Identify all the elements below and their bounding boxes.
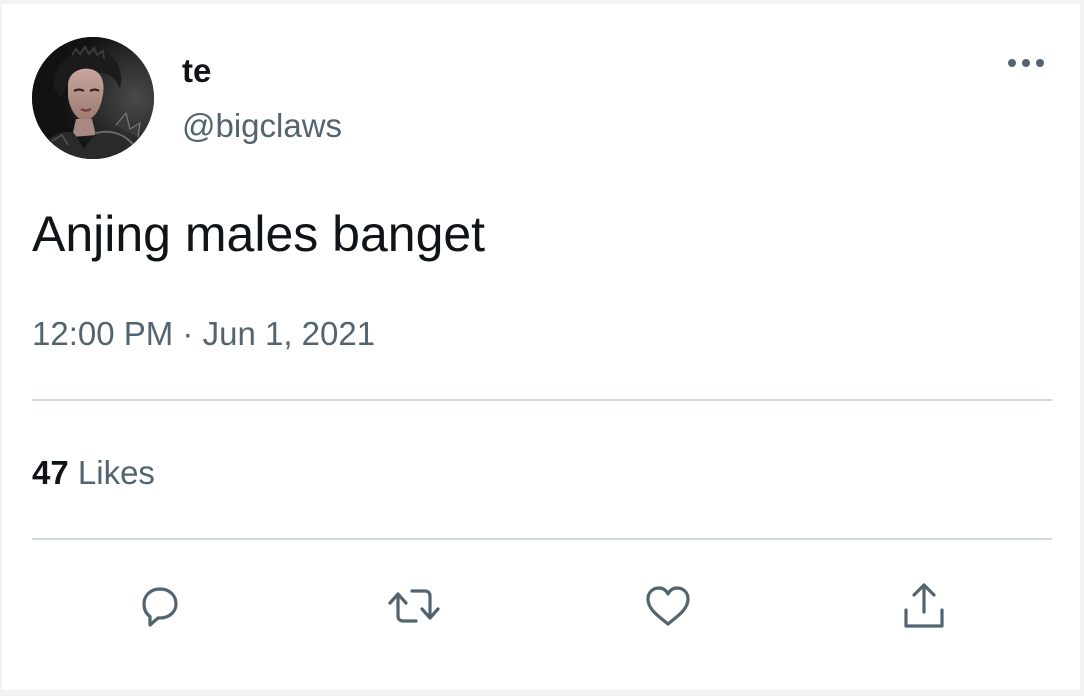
likes-label: Likes	[77, 454, 155, 491]
tweet-time: 12:00 PM	[32, 315, 174, 352]
avatar-image	[32, 37, 154, 159]
share-button[interactable]	[896, 578, 952, 634]
reply-icon	[142, 587, 178, 627]
user-handle[interactable]: @bigclaws	[182, 106, 342, 146]
like-button[interactable]	[640, 578, 696, 634]
tweet-text: Anjing males banget	[32, 206, 486, 262]
display-name[interactable]: te	[182, 52, 211, 90]
divider	[32, 538, 1052, 540]
retweet-button[interactable]	[386, 578, 442, 634]
likes-count: 47	[32, 454, 69, 491]
divider	[32, 399, 1052, 401]
likes-link[interactable]: 47 Likes	[32, 453, 155, 493]
tweet-timestamp[interactable]: 12:00 PM · Jun 1, 2021	[32, 314, 375, 354]
tweet-card: te @bigclaws Anjing males banget 12:00 P…	[2, 4, 1080, 690]
reply-button[interactable]	[132, 578, 188, 634]
share-icon	[904, 583, 944, 628]
timestamp-separator: ·	[182, 315, 194, 352]
avatar[interactable]	[32, 37, 154, 159]
tweet-date: Jun 1, 2021	[202, 315, 376, 352]
retweet-icon	[388, 589, 440, 623]
heart-icon	[646, 586, 690, 626]
more-options-icon[interactable]	[1002, 48, 1052, 78]
